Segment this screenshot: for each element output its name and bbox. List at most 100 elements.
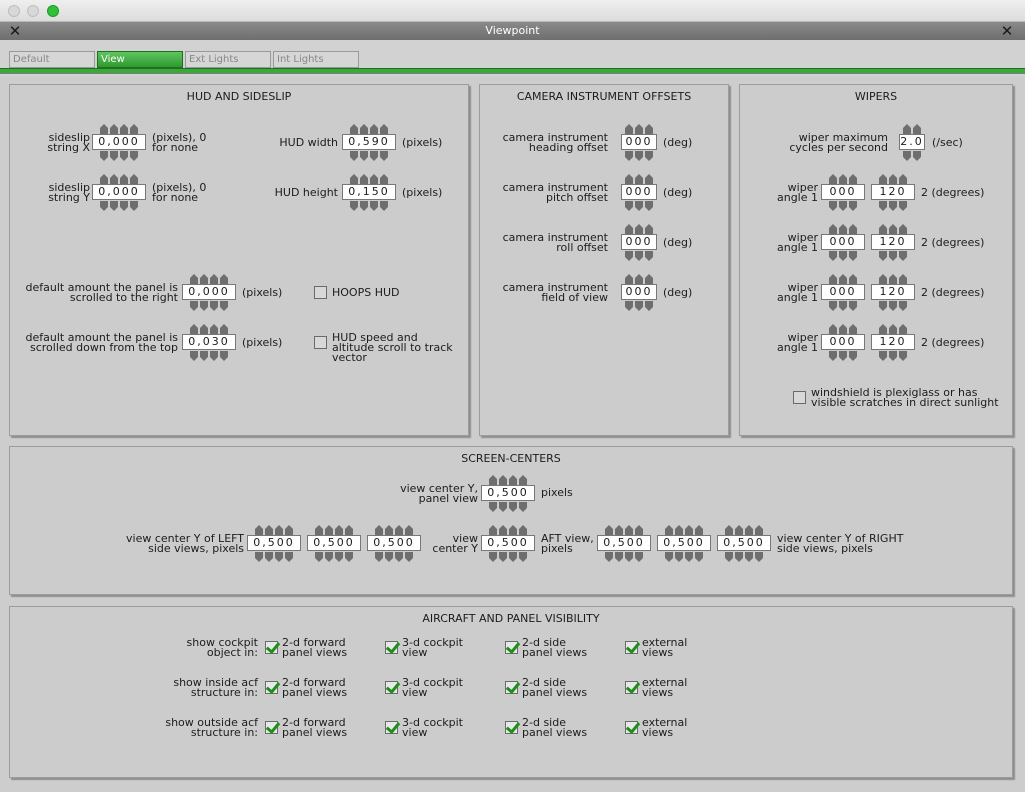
increment-arrow-icon[interactable] <box>625 124 633 134</box>
increment-arrow-icon[interactable] <box>360 174 368 184</box>
increment-arrow-icon[interactable] <box>325 525 333 535</box>
vc-panel-spinner[interactable]: 0,500 <box>481 475 535 513</box>
spinner-value-field[interactable]: 0,030 <box>182 334 236 350</box>
spinner-value-field[interactable]: 0,000 <box>92 134 146 150</box>
decrement-arrow-icon[interactable] <box>625 251 633 261</box>
increment-arrow-icon[interactable] <box>899 274 907 284</box>
increment-arrow-icon[interactable] <box>509 525 517 535</box>
decrement-arrow-icon[interactable] <box>325 552 333 562</box>
decrement-arrow-icon[interactable] <box>120 151 128 161</box>
visibility-checkbox[interactable] <box>265 721 278 734</box>
decrement-arrow-icon[interactable] <box>879 251 887 261</box>
increment-arrow-icon[interactable] <box>635 525 643 535</box>
close-icon-right[interactable]: ✕ <box>999 22 1015 40</box>
increment-arrow-icon[interactable] <box>499 475 507 485</box>
increment-arrow-icon[interactable] <box>375 525 383 535</box>
increment-arrow-icon[interactable] <box>350 174 358 184</box>
decrement-arrow-icon[interactable] <box>380 201 388 211</box>
decrement-arrow-icon[interactable] <box>695 552 703 562</box>
spinner-value-field[interactable]: 000 <box>621 184 657 200</box>
increment-arrow-icon[interactable] <box>745 525 753 535</box>
decrement-arrow-icon[interactable] <box>879 201 887 211</box>
decrement-arrow-icon[interactable] <box>130 151 138 161</box>
decrement-arrow-icon[interactable] <box>889 351 897 361</box>
increment-arrow-icon[interactable] <box>849 224 857 234</box>
decrement-arrow-icon[interactable] <box>839 301 847 311</box>
decrement-arrow-icon[interactable] <box>839 201 847 211</box>
increment-arrow-icon[interactable] <box>839 274 847 284</box>
decrement-arrow-icon[interactable] <box>645 251 653 261</box>
spinner-value-field[interactable]: 0,500 <box>307 535 361 551</box>
increment-arrow-icon[interactable] <box>380 174 388 184</box>
decrement-arrow-icon[interactable] <box>645 151 653 161</box>
spinner-value-field[interactable]: 0,500 <box>481 485 535 501</box>
increment-arrow-icon[interactable] <box>879 324 887 334</box>
decrement-arrow-icon[interactable] <box>200 351 208 361</box>
decrement-arrow-icon[interactable] <box>889 301 897 311</box>
visibility-checkbox[interactable] <box>625 681 638 694</box>
increment-arrow-icon[interactable] <box>635 224 643 234</box>
decrement-arrow-icon[interactable] <box>625 552 633 562</box>
wiper-angle-start-spinner[interactable]: 000 <box>821 224 865 262</box>
visibility-checkbox[interactable] <box>505 721 518 734</box>
spinner-value-field[interactable]: 0,590 <box>342 134 396 150</box>
decrement-arrow-icon[interactable] <box>499 502 507 512</box>
increment-arrow-icon[interactable] <box>405 525 413 535</box>
increment-arrow-icon[interactable] <box>899 224 907 234</box>
decrement-arrow-icon[interactable] <box>100 151 108 161</box>
decrement-arrow-icon[interactable] <box>685 552 693 562</box>
decrement-arrow-icon[interactable] <box>889 201 897 211</box>
wiper-angle-start-spinner[interactable]: 000 <box>821 274 865 312</box>
decrement-arrow-icon[interactable] <box>519 502 527 512</box>
increment-arrow-icon[interactable] <box>635 174 643 184</box>
increment-arrow-icon[interactable] <box>889 224 897 234</box>
spinner-value-field[interactable]: 2.0 <box>899 134 925 150</box>
spinner-value-field[interactable]: 0,500 <box>657 535 711 551</box>
increment-arrow-icon[interactable] <box>755 525 763 535</box>
increment-arrow-icon[interactable] <box>210 274 218 284</box>
increment-arrow-icon[interactable] <box>120 174 128 184</box>
increment-arrow-icon[interactable] <box>265 525 273 535</box>
wiper-angle-end-spinner[interactable]: 120 <box>871 274 915 312</box>
decrement-arrow-icon[interactable] <box>489 502 497 512</box>
spinner-value-field[interactable]: 000 <box>621 134 657 150</box>
increment-arrow-icon[interactable] <box>625 174 633 184</box>
increment-arrow-icon[interactable] <box>360 124 368 134</box>
increment-arrow-icon[interactable] <box>335 525 343 535</box>
decrement-arrow-icon[interactable] <box>110 151 118 161</box>
wiper-max-cycles-spinner[interactable]: 2.0 <box>899 124 925 162</box>
right-view-spinner-2[interactable]: 0,500 <box>657 525 711 563</box>
increment-arrow-icon[interactable] <box>675 525 683 535</box>
decrement-arrow-icon[interactable] <box>605 552 613 562</box>
wiper-angle-start-spinner[interactable]: 000 <box>821 324 865 362</box>
increment-arrow-icon[interactable] <box>120 124 128 134</box>
decrement-arrow-icon[interactable] <box>315 552 323 562</box>
decrement-arrow-icon[interactable] <box>405 552 413 562</box>
decrement-arrow-icon[interactable] <box>350 201 358 211</box>
visibility-checkbox[interactable] <box>625 721 638 734</box>
increment-arrow-icon[interactable] <box>899 324 907 334</box>
decrement-arrow-icon[interactable] <box>735 552 743 562</box>
hoops-hud-checkbox[interactable] <box>314 286 327 299</box>
visibility-checkbox[interactable] <box>385 721 398 734</box>
tab-view[interactable]: View <box>97 51 183 68</box>
increment-arrow-icon[interactable] <box>839 324 847 334</box>
increment-arrow-icon[interactable] <box>645 274 653 284</box>
spinner-value-field[interactable]: 120 <box>871 284 915 300</box>
left-view-spinner-2[interactable]: 0,500 <box>307 525 361 563</box>
hud-width-spinner[interactable]: 0,590 <box>342 124 396 162</box>
decrement-arrow-icon[interactable] <box>350 151 358 161</box>
decrement-arrow-icon[interactable] <box>210 351 218 361</box>
camera-fov-spinner[interactable]: 000 <box>621 274 657 312</box>
decrement-arrow-icon[interactable] <box>755 552 763 562</box>
decrement-arrow-icon[interactable] <box>519 552 527 562</box>
spinner-value-field[interactable]: 000 <box>621 234 657 250</box>
spinner-value-field[interactable]: 0,150 <box>342 184 396 200</box>
sideslip-y-spinner[interactable]: 0,000 <box>92 174 146 212</box>
decrement-arrow-icon[interactable] <box>385 552 393 562</box>
spinner-value-field[interactable]: 0,500 <box>597 535 651 551</box>
right-view-spinner-3[interactable]: 0,500 <box>717 525 771 563</box>
camera-pitch-spinner[interactable]: 000 <box>621 174 657 212</box>
increment-arrow-icon[interactable] <box>130 174 138 184</box>
increment-arrow-icon[interactable] <box>879 274 887 284</box>
